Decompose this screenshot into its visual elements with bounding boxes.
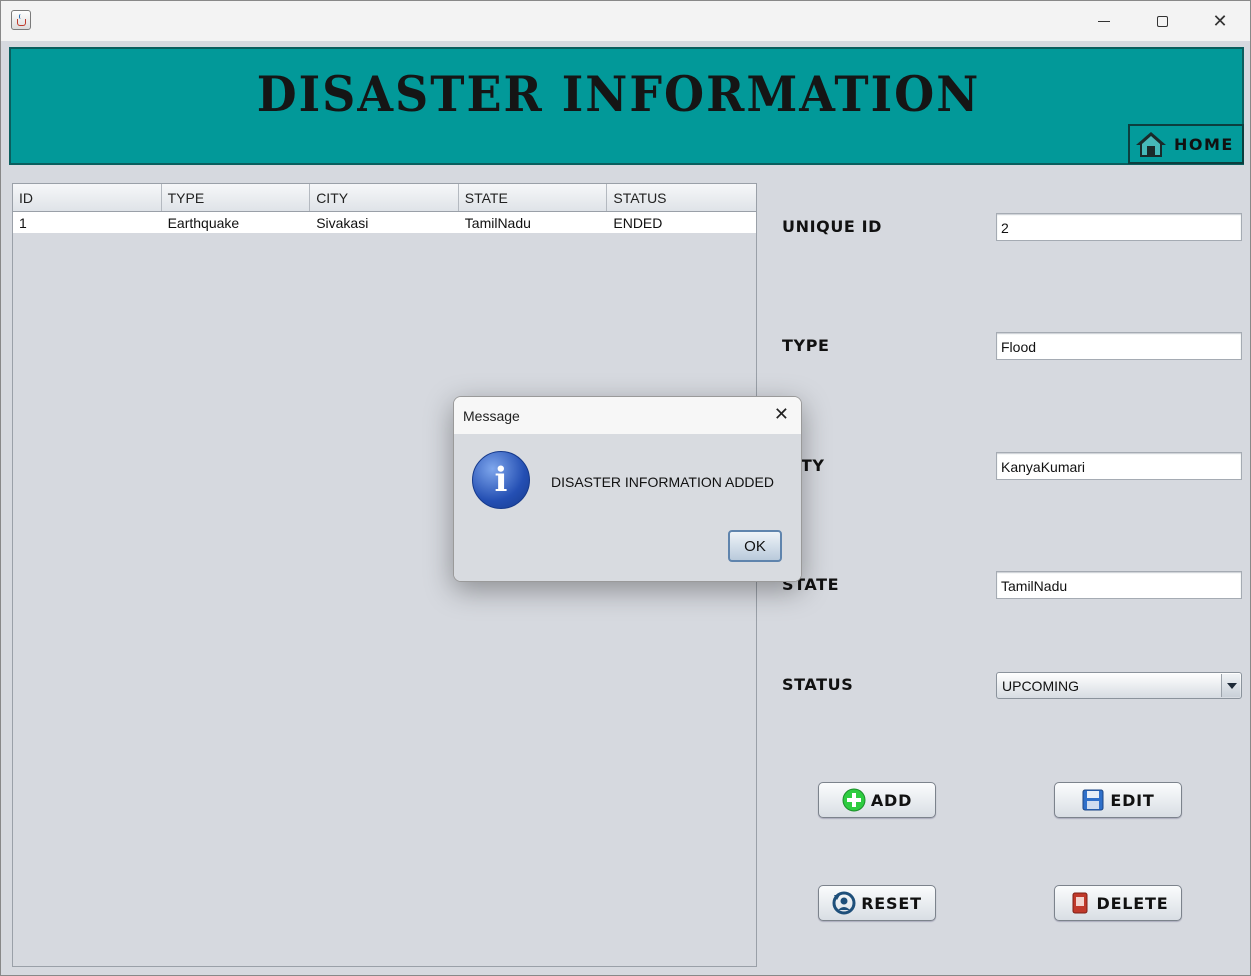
cell-id: 1 — [19, 215, 27, 231]
cell-state: TamilNadu — [464, 215, 531, 231]
minimize-icon — [1098, 20, 1110, 22]
app-window: ✕ DISASTER INFORMATION HOME ID TYPE CITY… — [0, 0, 1251, 976]
reset-label: RESET — [861, 893, 922, 913]
ok-button[interactable]: OK — [728, 530, 782, 562]
dialog-close-icon[interactable]: ✕ — [774, 404, 789, 425]
reset-button[interactable]: RESET — [818, 885, 936, 921]
header-banner: DISASTER INFORMATION HOME — [9, 47, 1244, 165]
message-dialog: Message ✕ i DISASTER INFORMATION ADDED O… — [453, 396, 802, 582]
delete-icon — [1072, 892, 1087, 914]
column-header-city[interactable]: CITY — [310, 184, 459, 211]
home-button[interactable]: HOME — [1128, 124, 1244, 164]
delete-label: DELETE — [1096, 893, 1169, 913]
edit-label: EDIT — [1110, 790, 1155, 810]
reset-icon — [832, 891, 856, 915]
column-header-type[interactable]: TYPE — [162, 184, 311, 211]
edit-button[interactable]: EDIT — [1054, 782, 1182, 818]
column-header-state[interactable]: STATE — [459, 184, 608, 211]
minimize-button[interactable] — [1075, 1, 1133, 41]
page-title: DISASTER INFORMATION — [256, 65, 981, 123]
add-label: ADD — [870, 790, 913, 810]
status-label: STATUS — [782, 675, 854, 694]
dialog-body: i DISASTER INFORMATION ADDED OK — [454, 434, 801, 581]
column-header-status[interactable]: STATUS — [607, 184, 756, 211]
column-header-id[interactable]: ID — [13, 184, 162, 211]
close-button[interactable]: ✕ — [1191, 1, 1249, 41]
unique-id-label: UNIQUE ID — [782, 217, 883, 236]
java-app-icon — [11, 10, 31, 30]
home-label: HOME — [1174, 134, 1234, 154]
type-label: TYPE — [782, 336, 830, 355]
city-field[interactable]: KanyaKumari — [996, 452, 1242, 480]
table-row[interactable]: 1 Earthquake Sivakasi TamilNadu ENDED — [13, 212, 756, 233]
table-header: ID TYPE CITY STATE STATUS — [13, 184, 756, 212]
delete-button[interactable]: DELETE — [1054, 885, 1182, 921]
dialog-message: DISASTER INFORMATION ADDED — [551, 474, 774, 490]
maximize-icon — [1156, 15, 1168, 27]
dialog-title-bar: Message ✕ — [454, 397, 801, 434]
close-icon: ✕ — [1212, 10, 1228, 32]
plus-circle-icon — [842, 788, 866, 812]
status-select[interactable]: UPCOMING — [996, 672, 1242, 699]
title-bar: ✕ — [1, 1, 1250, 41]
status-select-value: UPCOMING — [1002, 678, 1079, 694]
add-button[interactable]: ADD — [818, 782, 936, 818]
cell-type: Earthquake — [167, 215, 240, 231]
state-field[interactable]: TamilNadu — [996, 571, 1242, 599]
chevron-down-icon[interactable] — [1221, 674, 1240, 697]
dialog-title: Message — [463, 408, 520, 424]
info-icon: i — [472, 451, 530, 509]
type-field[interactable]: Flood — [996, 332, 1242, 360]
home-icon — [1136, 132, 1166, 157]
cell-status: ENDED — [613, 215, 663, 231]
save-disk-icon — [1082, 789, 1104, 811]
unique-id-field[interactable]: 2 — [996, 213, 1242, 241]
maximize-button[interactable] — [1133, 1, 1191, 41]
cell-city: Sivakasi — [316, 215, 369, 231]
